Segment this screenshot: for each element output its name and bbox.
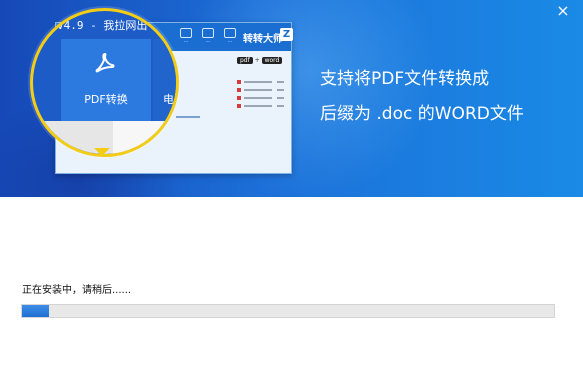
install-status-text: 正在安装中，请稍后...... <box>22 285 132 296</box>
preview-link <box>176 116 200 118</box>
magnifier-next-tab: 电 <box>153 39 176 121</box>
preview-tool-icon: --- <box>221 27 239 49</box>
preview-file-row <box>237 87 287 92</box>
preview-brand: 转转大师 <box>243 34 283 45</box>
magnifier-next-tab-label: 电 <box>163 93 174 106</box>
preview-tool-icon: --- <box>199 27 217 49</box>
magnifier-content-area-right <box>113 121 176 154</box>
install-progress-fill <box>22 305 49 317</box>
acrobat-icon <box>93 51 117 80</box>
promo-text-line2: 后缀为 .doc 的WORD文件 <box>320 104 524 124</box>
magnifier-app-title: V4.9 - 我拉网出 <box>57 19 148 32</box>
preview-file-row <box>237 95 287 100</box>
magnifier-pdf-label: PDF转换 <box>84 93 128 106</box>
preview-file-row <box>237 103 287 108</box>
preview-side-panel: pdf + word <box>231 53 289 109</box>
preview-logo: Z <box>280 28 293 41</box>
promo-banner: --- --- --- 转转大师 pdf + word Z V4.9 - 我拉网… <box>0 0 583 197</box>
preview-tool-icon: --- <box>177 27 195 49</box>
magnifier-pdf-tab: PDF转换 <box>61 39 151 121</box>
close-icon: × <box>556 1 570 20</box>
close-button[interactable]: × <box>551 0 575 24</box>
install-progress-bar <box>21 304 555 318</box>
magnifier-callout: V4.9 - 我拉网出 PDF转换 电 <box>30 8 179 157</box>
magnifier-pointer <box>94 148 110 156</box>
preview-convert-badge: pdf + word <box>237 57 283 64</box>
promo-text-line1: 支持将PDF文件转换成 <box>320 69 490 89</box>
preview-file-row <box>237 79 287 84</box>
